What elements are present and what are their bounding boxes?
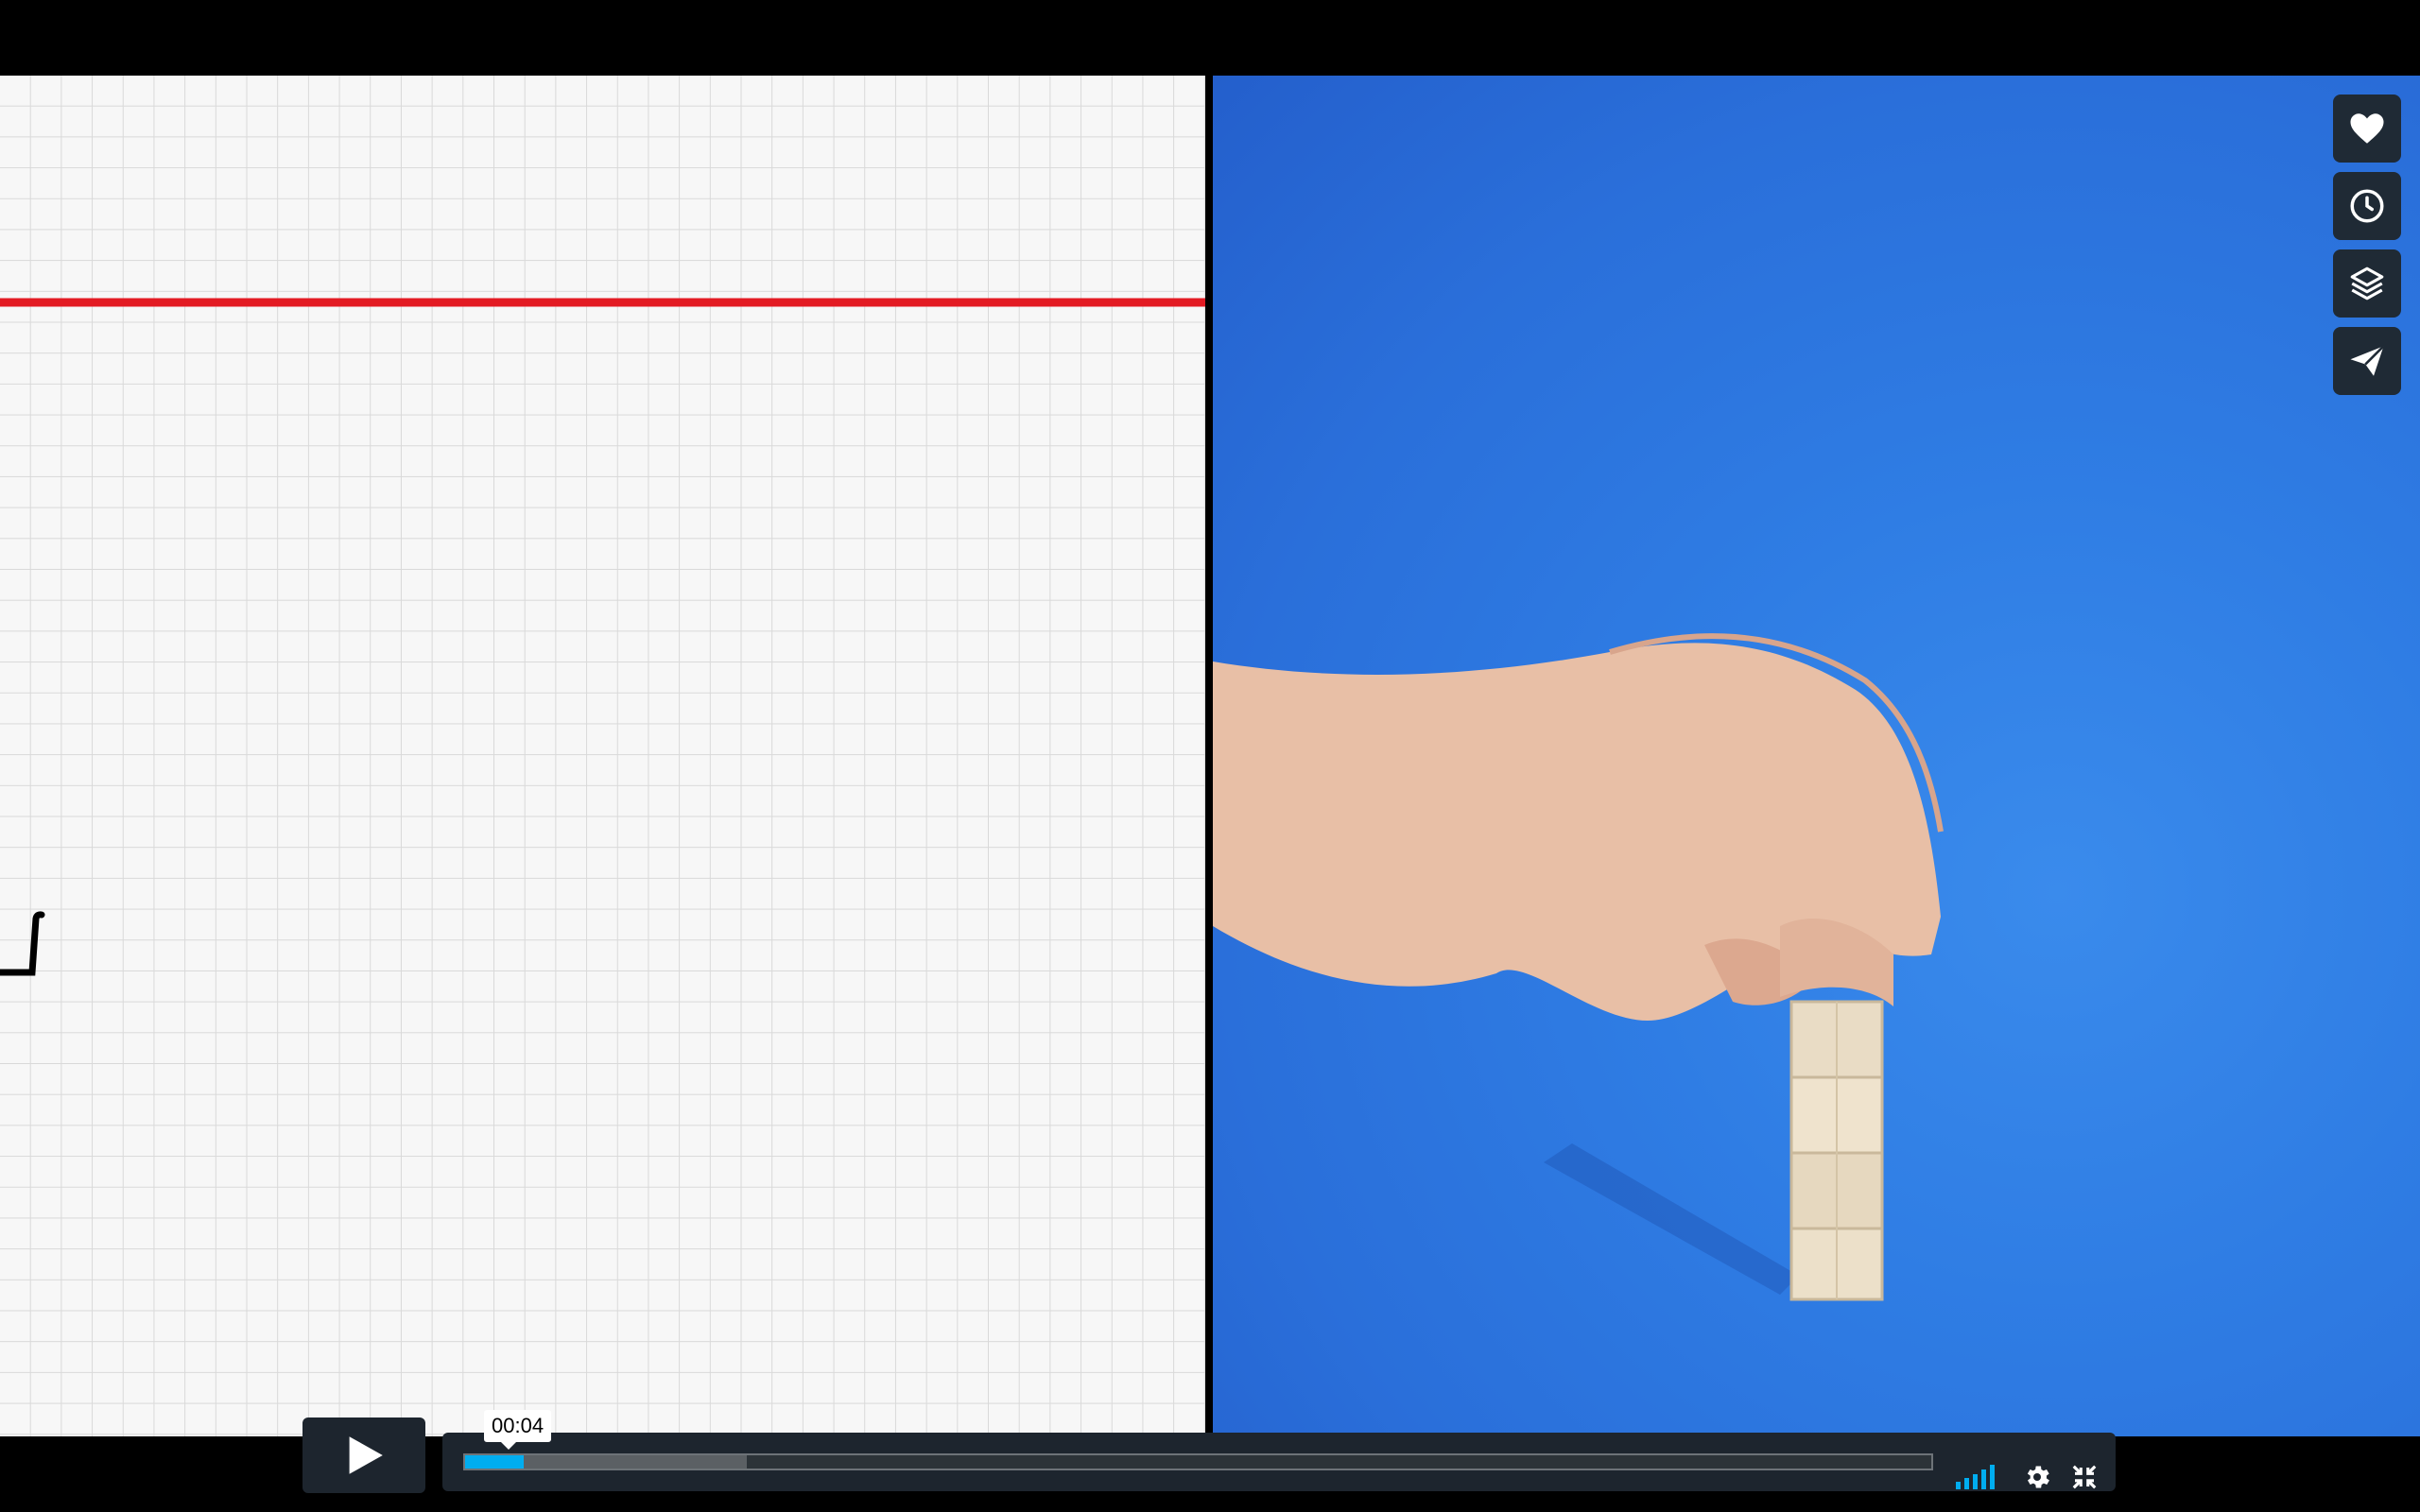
signal-bars-icon [1956,1465,1995,1489]
side-actions [2333,94,2401,404]
play-button[interactable] [302,1418,425,1493]
plot-line [0,911,45,976]
paper-plane-icon [2350,345,2385,376]
video-frame [1213,76,2420,1436]
graph-drawing [0,298,1205,976]
layers-icon [2350,266,2384,301]
heart-icon [2350,113,2384,144]
video-stage[interactable] [0,76,2420,1436]
fullscreen-exit-icon [2072,1465,2097,1489]
watch-later-button[interactable] [2333,172,2401,240]
share-button[interactable] [2333,327,2401,395]
control-bar [442,1433,2116,1491]
block-tower [1789,1000,1884,1301]
clock-icon [2350,189,2384,223]
graph-paper-panel [0,76,1205,1436]
play-icon [349,1436,383,1474]
settings-button[interactable] [2021,1461,2053,1493]
fullscreen-button[interactable] [2070,1461,2099,1493]
progress-bar[interactable] [463,1453,1933,1470]
like-button[interactable] [2333,94,2401,163]
player-controls: 00:04 [0,1410,2420,1512]
quality-button[interactable] [1955,1461,2002,1493]
collections-button[interactable] [2333,249,2401,318]
played-range [465,1455,525,1469]
panel-divider [1205,76,1213,1436]
current-time-tooltip: 00:04 [484,1410,552,1450]
video-scene [1213,633,1944,1301]
gear-icon [2027,1466,2049,1488]
